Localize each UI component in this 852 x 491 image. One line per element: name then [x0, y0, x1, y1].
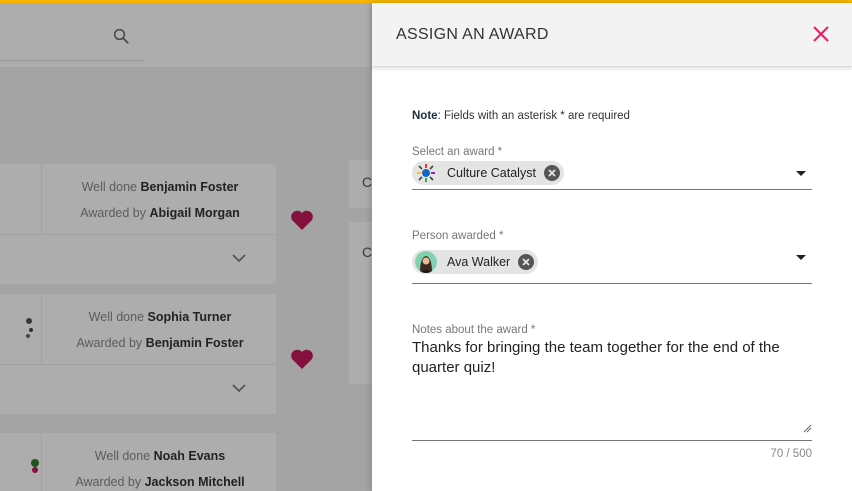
dropdown-arrow-icon[interactable] — [796, 255, 806, 260]
person-select[interactable]: Person awarded * Ava Walker — [412, 230, 812, 284]
award-notes-label: Notes about the award * — [412, 324, 536, 336]
person-select-label: Person awarded * — [412, 230, 504, 242]
required-fields-note: Note: Fields with an asterisk * are requ… — [412, 110, 630, 122]
note-label: Note — [412, 110, 438, 122]
award-chip-label: Culture Catalyst — [447, 166, 536, 180]
resize-handle-icon[interactable] — [802, 423, 812, 433]
drawer-title: ASSIGN AN AWARD — [396, 26, 549, 43]
modal-backdrop[interactable] — [0, 3, 372, 491]
assign-award-drawer: ASSIGN AN AWARD Note: Fields with an ast… — [372, 3, 852, 491]
award-badge-icon — [417, 164, 435, 182]
award-notes-textarea[interactable]: Thanks for bringing the team together fo… — [412, 338, 812, 434]
award-notes-field[interactable]: Notes about the award * Thanks for bring… — [412, 324, 812, 442]
avatar — [415, 251, 437, 273]
dropdown-arrow-icon[interactable] — [796, 171, 806, 176]
award-chip[interactable]: Culture Catalyst — [412, 161, 564, 185]
remove-chip-icon[interactable] — [518, 254, 535, 270]
note-text: : Fields with an asterisk * are required — [437, 110, 630, 122]
close-icon[interactable] — [812, 25, 830, 43]
award-select[interactable]: Select an award * Culture Catalyst — [412, 146, 812, 190]
remove-chip-icon[interactable] — [543, 165, 560, 181]
award-select-label: Select an award * — [412, 146, 503, 158]
person-chip-label: Ava Walker — [447, 255, 511, 269]
person-chip[interactable]: Ava Walker — [412, 250, 539, 274]
drawer-header: ASSIGN AN AWARD — [372, 3, 852, 67]
character-counter: 70 / 500 — [770, 448, 812, 460]
